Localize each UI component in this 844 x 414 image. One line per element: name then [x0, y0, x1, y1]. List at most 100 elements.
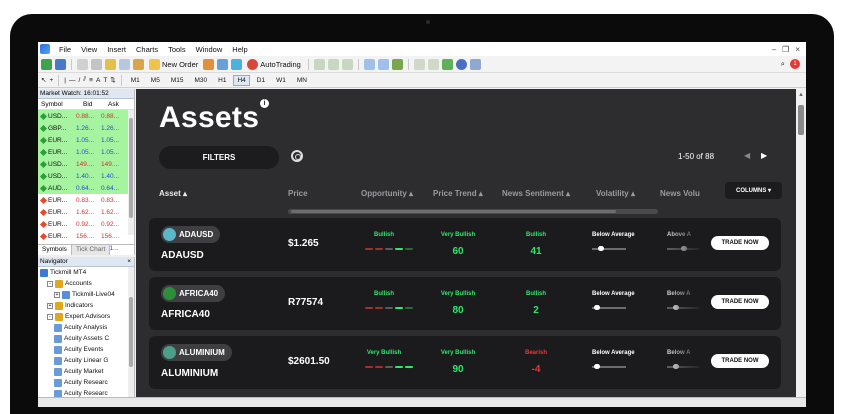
market-watch-row[interactable]: EUR... 0.92... 0.92... — [38, 218, 134, 230]
line-chart-icon[interactable] — [341, 58, 353, 70]
tab-symbols[interactable]: Symbols — [38, 245, 72, 255]
fibonacci-icon[interactable]: ≡ — [89, 77, 93, 84]
terminal-icon[interactable] — [119, 58, 130, 70]
menu-charts[interactable]: Charts — [131, 45, 163, 54]
navigator-item[interactable]: - Expert Advisors — [38, 311, 134, 322]
indicators-icon[interactable] — [441, 58, 453, 70]
menu-view[interactable]: View — [76, 45, 102, 54]
market-watch-row[interactable]: GBP... 1.26... 1.26... — [38, 122, 134, 134]
filters-button[interactable]: FILTERS — [159, 146, 279, 169]
col-news-sentiment[interactable]: News Sentiment ▴ — [502, 189, 570, 198]
search-icon[interactable]: ⌕ — [781, 59, 785, 69]
timeframe-d1[interactable]: D1 — [253, 75, 269, 86]
minimize-icon[interactable]: – — [772, 45, 776, 54]
crosshair-icon[interactable]: + — [49, 77, 53, 84]
horizontal-line-icon[interactable]: — — [69, 77, 76, 84]
menu-help[interactable]: Help — [227, 45, 252, 54]
navigator-item[interactable]: Acuity Analysis — [38, 322, 134, 333]
menu-insert[interactable]: Insert — [102, 45, 131, 54]
bar-chart-icon[interactable] — [313, 58, 325, 70]
navigator-icon[interactable] — [105, 58, 116, 70]
close-icon[interactable]: × — [795, 45, 800, 54]
new-order-button[interactable]: New Order — [147, 58, 200, 70]
navigator-item[interactable]: - Accounts — [38, 278, 134, 289]
market-icon[interactable] — [231, 58, 243, 70]
col-volatility[interactable]: Volatility ▴ — [596, 189, 635, 198]
navigator-item[interactable]: Tickmill MT4 — [38, 267, 134, 278]
columns-button[interactable]: COLUMNS ▾ — [725, 182, 782, 199]
text-icon[interactable]: A — [96, 77, 100, 84]
navigator-item[interactable]: Acuity Assets C — [38, 333, 134, 344]
candlestick-icon[interactable] — [327, 58, 339, 70]
trendline-icon[interactable]: / — [78, 77, 80, 84]
col-opportunity[interactable]: Opportunity ▴ — [361, 189, 413, 198]
col-ask[interactable]: Ask — [105, 101, 130, 108]
menu-file[interactable]: File — [54, 45, 76, 54]
timeframe-h4[interactable]: H4 — [233, 74, 250, 86]
periods-icon[interactable] — [455, 58, 467, 70]
timeframe-m5[interactable]: M5 — [147, 75, 164, 86]
tile-windows-icon[interactable] — [391, 58, 403, 70]
text-label-icon[interactable]: T — [103, 77, 107, 84]
metaeditor-icon[interactable] — [203, 58, 215, 70]
col-price[interactable]: Price — [288, 189, 308, 198]
asset-row[interactable]: AFRICA40 AFRICA40 R77574 Bullish Very Bullis… — [149, 277, 781, 330]
market-watch-row[interactable]: EUR... 156.... 156.... — [38, 230, 134, 242]
asset-tag[interactable]: ADAUSD — [161, 226, 221, 243]
notification-icon[interactable]: 1 — [790, 59, 800, 69]
close-icon[interactable]: × — [127, 257, 134, 266]
navigator-item[interactable]: + Tickmill-Live04 — [38, 289, 134, 300]
timeframe-m15[interactable]: M15 — [167, 75, 188, 86]
timeframe-w1[interactable]: W1 — [272, 75, 290, 86]
asset-tag[interactable]: AFRICA40 — [161, 285, 226, 302]
expand-icon[interactable]: + — [54, 291, 60, 298]
zoom-out-icon[interactable] — [377, 58, 389, 70]
market-watch-icon[interactable] — [77, 58, 88, 70]
app-vertical-scrollbar[interactable]: ▲ — [796, 89, 806, 407]
navigator-item[interactable]: Acuity Market — [38, 366, 134, 377]
col-price-trend[interactable]: Price Trend ▴ — [433, 189, 483, 198]
navigator-item[interactable]: Acuity Events — [38, 344, 134, 355]
menu-tools[interactable]: Tools — [163, 45, 191, 54]
market-watch-scrollbar[interactable] — [128, 110, 134, 235]
restore-icon[interactable]: ❐ — [782, 45, 789, 54]
collapse-icon[interactable]: - — [47, 313, 53, 320]
timeframe-m1[interactable]: M1 — [127, 75, 144, 86]
trade-now-button[interactable]: TRADE NOW — [711, 354, 769, 368]
table-hscroll-thumb[interactable] — [291, 210, 616, 213]
tab-tick-chart[interactable]: Tick Chart — [71, 245, 111, 255]
scroll-thumb[interactable] — [798, 105, 804, 135]
navigator-item[interactable]: + Indicators — [38, 300, 134, 311]
trade-now-button[interactable]: TRADE NOW — [711, 236, 769, 250]
col-news-volume[interactable]: News Volu — [660, 189, 700, 198]
timeframe-h1[interactable]: H1 — [214, 75, 230, 86]
market-watch-row[interactable]: AUD... 0.64... 0.64... — [38, 182, 134, 194]
navigator-item[interactable]: Acuity Linear G — [38, 355, 134, 366]
cursor-icon[interactable]: ↖ — [41, 76, 46, 84]
scroll-up-icon[interactable]: ▲ — [798, 92, 804, 98]
templates-icon[interactable] — [469, 58, 481, 70]
channel-icon[interactable]: ⫽ — [83, 76, 86, 84]
autotrading-button[interactable]: AutoTrading — [245, 58, 303, 70]
new-chart-icon[interactable] — [41, 58, 52, 70]
vertical-line-icon[interactable]: | — [64, 77, 66, 84]
navigator-scrollbar[interactable] — [128, 267, 134, 407]
expand-icon[interactable]: + — [47, 302, 53, 309]
col-asset[interactable]: Asset ▴ — [159, 189, 187, 198]
autoscroll-icon[interactable] — [427, 58, 439, 70]
zoom-in-icon[interactable] — [363, 58, 375, 70]
chart-shift-icon[interactable] — [413, 58, 425, 70]
trade-now-button[interactable]: TRADE NOW — [711, 295, 769, 309]
info-icon[interactable]: i — [260, 99, 269, 108]
asset-row[interactable]: ALUMINIUM ALUMINIUM $2601.50 Very Bullish Ve… — [149, 336, 781, 389]
market-watch-row[interactable]: USD... 149.... 149.... — [38, 158, 134, 170]
market-watch-row[interactable]: USD... 1.40... 1.40... — [38, 170, 134, 182]
profiles-icon[interactable] — [55, 58, 66, 70]
strategy-tester-icon[interactable] — [133, 58, 144, 70]
asset-row[interactable]: ADAUSD ADAUSD $1.265 Bullish Very Bullish 60 B… — [149, 218, 781, 271]
asset-tag[interactable]: ALUMINIUM — [161, 344, 232, 361]
arrows-icon[interactable]: ⇅ — [110, 76, 115, 84]
timeframe-m30[interactable]: M30 — [190, 75, 211, 86]
market-watch-row[interactable]: EUR... 0.83... 0.83... — [38, 194, 134, 206]
target-icon[interactable] — [291, 150, 303, 162]
